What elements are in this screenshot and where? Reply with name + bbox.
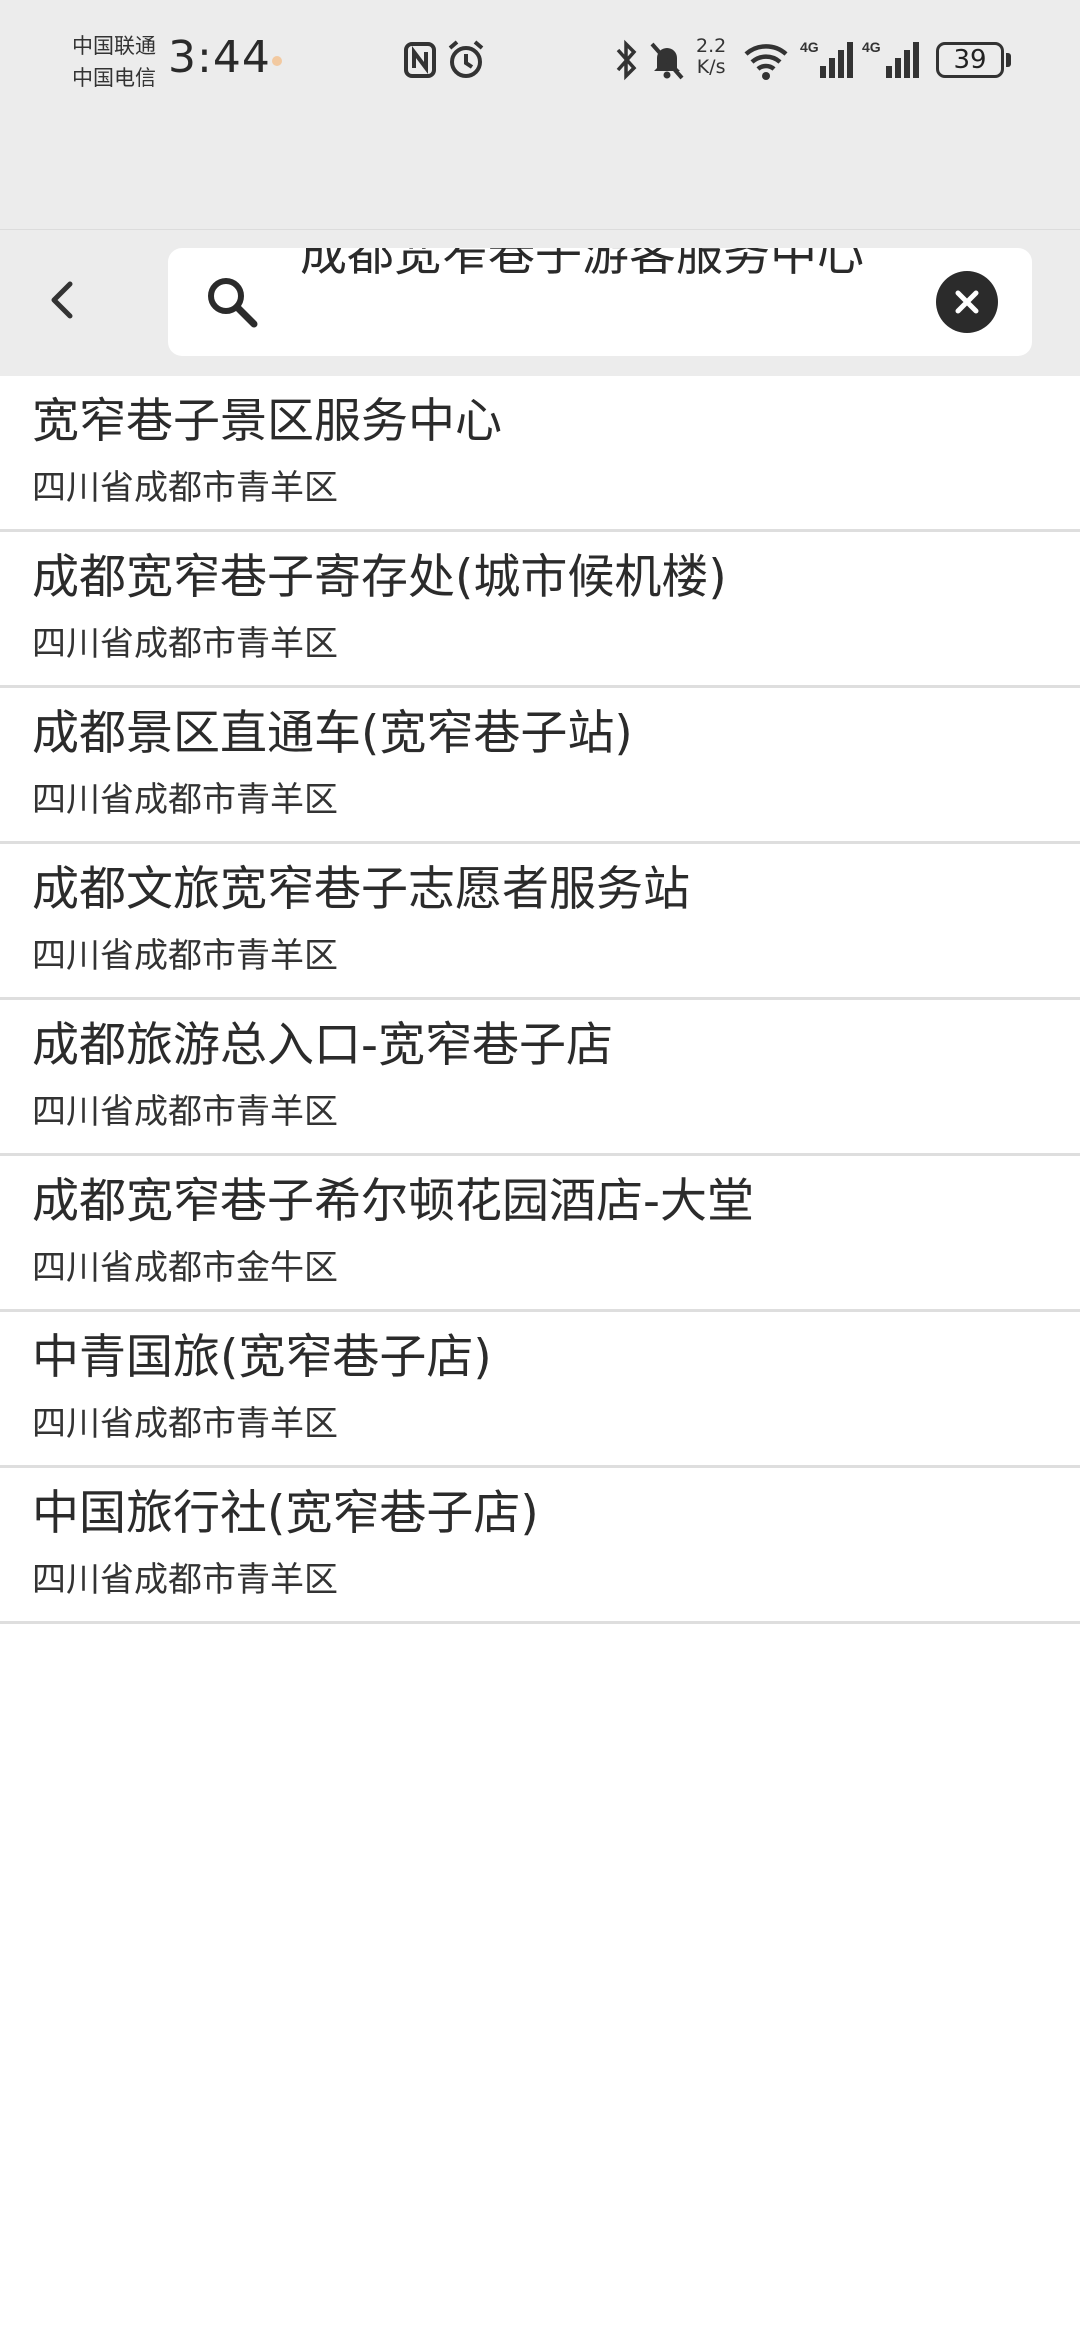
list-item[interactable]: 成都文旅宽窄巷子志愿者服务站四川省成都市青羊区 (0, 844, 1080, 1000)
result-address: 四川省成都市青羊区 (32, 936, 338, 976)
clear-icon (955, 290, 979, 314)
net-speed-value: 2.2 (696, 35, 727, 57)
notification-dot (272, 56, 282, 66)
result-address: 四川省成都市青羊区 (32, 624, 338, 664)
result-address: 四川省成都市青羊区 (32, 1560, 338, 1600)
search-icon (208, 278, 258, 328)
wifi-icon (744, 44, 788, 80)
clock: 3:44 (168, 32, 271, 83)
search-header: 成都宽窄巷子游客服务中心 (0, 230, 1080, 376)
back-button[interactable] (30, 268, 94, 332)
signal-icon-2: 4G (862, 39, 919, 78)
search-input[interactable]: 成都宽窄巷子游客服务中心 (300, 248, 940, 288)
back-arrow-icon (51, 281, 73, 319)
list-item[interactable]: 成都景区直通车(宽窄巷子站) 四川省成都市青羊区 (0, 688, 1080, 844)
net-speed-unit: K/s (696, 56, 726, 78)
mute-icon (650, 42, 684, 80)
result-address: 四川省成都市金牛区 (32, 1248, 338, 1288)
search-box[interactable]: 成都宽窄巷子游客服务中心 (168, 248, 1032, 356)
result-address: 四川省成都市青羊区 (32, 1092, 338, 1132)
list-item[interactable]: 成都旅游总入口-宽窄巷子店四川省成都市青羊区 (0, 1000, 1080, 1156)
list-item[interactable]: 成都宽窄巷子希尔顿花园酒店-大堂四川省成都市金牛区 (0, 1156, 1080, 1312)
svg-text:4G: 4G (800, 39, 819, 55)
result-title: 成都文旅宽窄巷子志愿者服务站 (32, 862, 690, 917)
battery-tip (1006, 53, 1011, 67)
result-title: 成都宽窄巷子寄存处(城市候机楼) (32, 550, 727, 605)
bluetooth-icon (616, 39, 637, 81)
result-title: 宽窄巷子景区服务中心 (32, 394, 502, 449)
result-title: 成都旅游总入口-宽窄巷子店 (32, 1018, 613, 1073)
list-item[interactable]: 中青国旅(宽窄巷子店) 四川省成都市青羊区 (0, 1312, 1080, 1468)
result-address: 四川省成都市青羊区 (32, 468, 338, 508)
carrier-2: 中国电信 (72, 66, 156, 90)
result-title: 中青国旅(宽窄巷子店) (32, 1330, 492, 1385)
signal-icon: 4G (800, 39, 853, 78)
svg-text:4G: 4G (862, 39, 881, 55)
list-item[interactable]: 中国旅行社(宽窄巷子店) 四川省成都市青羊区 (0, 1468, 1080, 1624)
carrier-labels: 中国联通 中国电信 (72, 30, 156, 94)
net-speed: 2.2 K/s (696, 36, 726, 78)
carrier-1: 中国联通 (72, 34, 156, 58)
nfc-icon (404, 42, 436, 78)
battery-icon: 39 (936, 42, 1004, 78)
list-item[interactable]: 宽窄巷子景区服务中心四川省成都市青羊区 (0, 376, 1080, 532)
result-title: 中国旅行社(宽窄巷子店) (32, 1486, 539, 1541)
list-item[interactable]: 成都宽窄巷子寄存处(城市候机楼) 四川省成都市青羊区 (0, 532, 1080, 688)
search-results-list: 宽窄巷子景区服务中心 四川省成都市青羊区 成都宽窄巷子寄存处(城市候机楼) 四川省成都… (0, 376, 1080, 1624)
alarm-icon (448, 40, 484, 78)
result-title: 成都宽窄巷子希尔顿花园酒店-大堂 (32, 1174, 754, 1229)
status-bar: 中国联通 中国电信 3:44 2.2 K/s 4G 4G 39 (0, 0, 1080, 230)
result-title: 成都景区直通车(宽窄巷子站) (32, 706, 633, 761)
result-address: 四川省成都市青羊区 (32, 1404, 338, 1444)
result-address: 四川省成都市青羊区 (32, 780, 338, 820)
clear-button[interactable] (936, 271, 998, 333)
